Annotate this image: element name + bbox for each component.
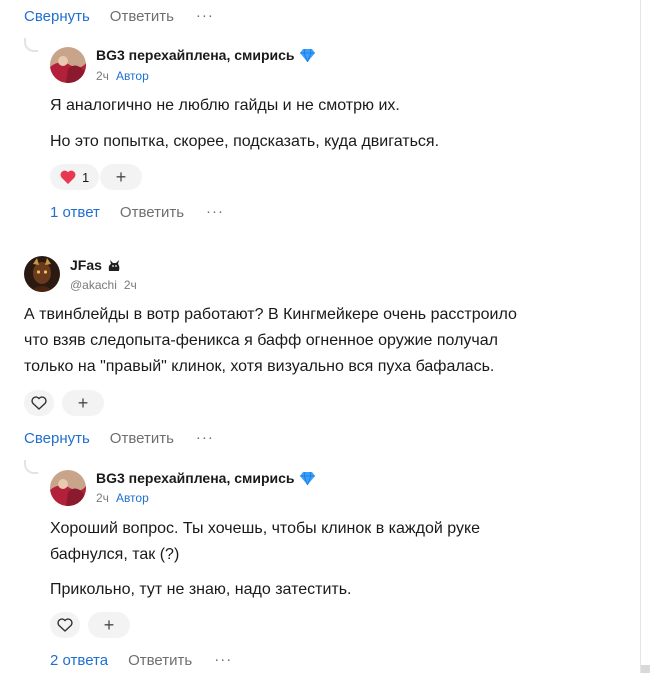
reply-button[interactable]: Ответить xyxy=(128,652,192,669)
cat-icon xyxy=(108,259,120,271)
timestamp[interactable]: 2ч xyxy=(96,491,109,505)
heart-icon xyxy=(60,170,76,184)
comment-text: Я аналогично не люблю гайды и не смотрю … xyxy=(50,97,400,114)
thread-connector xyxy=(24,460,38,474)
add-reaction-button[interactable]: + xyxy=(88,612,130,638)
thread-connector xyxy=(24,38,38,52)
avatar[interactable] xyxy=(24,256,60,292)
scrollbar-thumb[interactable] xyxy=(641,665,650,673)
more-options-icon[interactable]: ··· xyxy=(196,8,214,23)
heart-outline-icon xyxy=(57,618,73,632)
reply-button[interactable]: Ответить xyxy=(110,8,174,25)
gem-icon xyxy=(299,48,315,62)
add-reaction-button[interactable]: + xyxy=(100,164,142,190)
collapse-button[interactable]: Свернуть xyxy=(24,430,90,447)
author-name-text: JFas xyxy=(70,257,102,273)
comment-actions: Свернуть Ответить ··· xyxy=(24,428,214,448)
comment-text: Но это попытка, скорее, подсказать, куда… xyxy=(50,133,440,150)
reply-button[interactable]: Ответить xyxy=(110,430,174,447)
reply-button[interactable]: Ответить xyxy=(120,204,184,221)
like-button[interactable] xyxy=(24,390,54,416)
more-options-icon[interactable]: ··· xyxy=(214,652,232,667)
comment-actions-top: Свернуть Ответить ··· xyxy=(24,6,214,26)
more-options-icon[interactable]: ··· xyxy=(206,204,224,219)
replies-count-link[interactable]: 1 ответ xyxy=(50,204,100,221)
like-button[interactable] xyxy=(50,612,80,638)
comment-text: только на "правый" клинок, хотя визуальн… xyxy=(24,358,495,375)
author-name[interactable]: BG3 перехайплена, смирись xyxy=(96,47,315,63)
comment-meta: @akachi 2ч xyxy=(70,278,137,292)
author-name-text: BG3 перехайплена, смирись xyxy=(96,470,295,486)
comment-text: Прикольно, тут не знаю, надо затестить. xyxy=(50,581,352,598)
add-reaction-button[interactable]: + xyxy=(62,390,104,416)
scrollbar[interactable] xyxy=(640,0,650,673)
author-name[interactable]: BG3 перехайплена, смирись xyxy=(96,470,315,486)
reaction-heart-button[interactable]: 1 xyxy=(50,164,100,190)
heart-outline-icon xyxy=(31,396,47,410)
collapse-button[interactable]: Свернуть xyxy=(24,8,90,25)
comment-text: что взяв следопыта-феникса я бафф огненн… xyxy=(24,332,498,349)
comment-text: бафнулся, так (?) xyxy=(50,546,180,563)
comment-text: Хороший вопрос. Ты хочешь, чтобы клинок … xyxy=(50,520,481,537)
gem-icon xyxy=(299,471,315,485)
comment-actions: 2 ответа Ответить ··· xyxy=(50,650,232,670)
user-handle[interactable]: @akachi xyxy=(70,278,117,292)
timestamp[interactable]: 2ч xyxy=(124,278,137,292)
comment-meta: 2ч Автор xyxy=(96,491,149,505)
comment-meta: 2ч Автор xyxy=(96,69,149,83)
replies-count-link[interactable]: 2 ответа xyxy=(50,652,108,669)
author-badge: Автор xyxy=(115,491,149,505)
author-badge: Автор xyxy=(115,69,149,83)
more-options-icon[interactable]: ··· xyxy=(196,430,214,445)
avatar[interactable] xyxy=(50,470,86,506)
avatar[interactable] xyxy=(50,47,86,83)
timestamp[interactable]: 2ч xyxy=(96,69,109,83)
author-name-text: BG3 перехайплена, смирись xyxy=(96,47,295,63)
reaction-count: 1 xyxy=(82,169,90,185)
comment-actions: 1 ответ Ответить ··· xyxy=(50,202,224,222)
comment-text: А твинблейды в вотр работают? В Кингмейк… xyxy=(24,306,517,323)
author-name[interactable]: JFas xyxy=(70,257,121,273)
